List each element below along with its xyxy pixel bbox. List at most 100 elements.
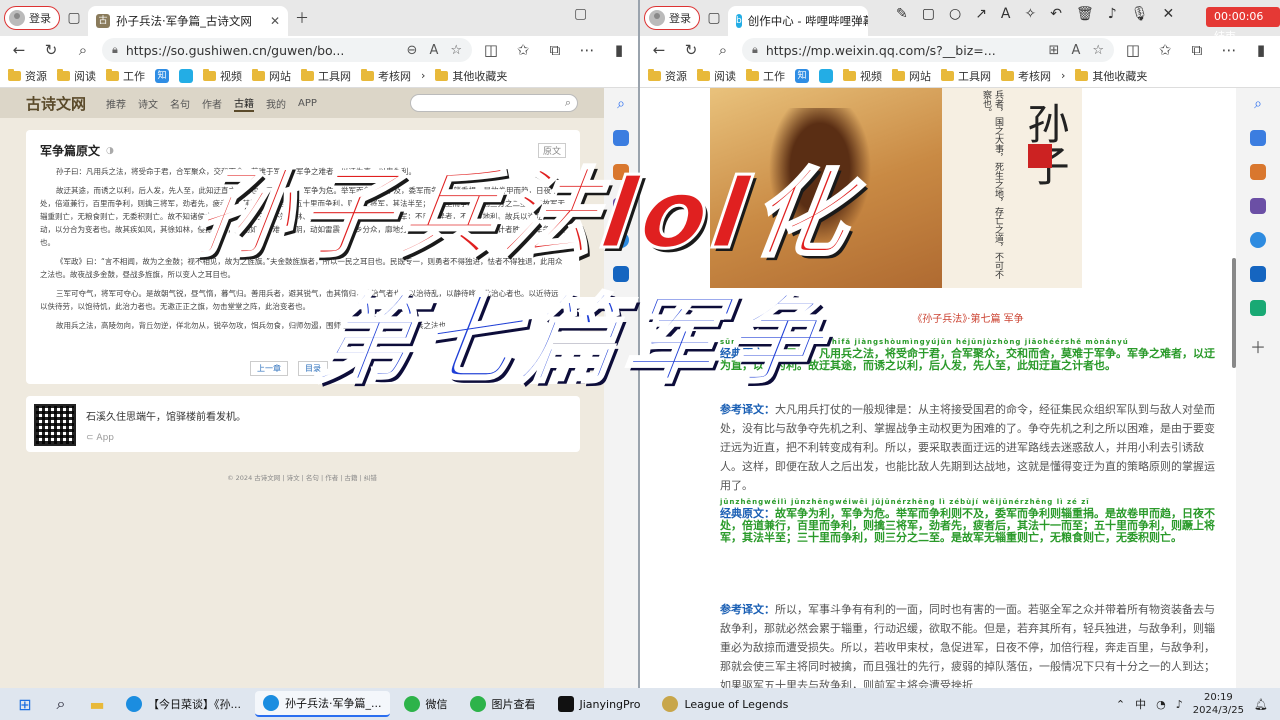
collections-icon[interactable]: ⧉ <box>1184 38 1210 62</box>
taskbar-app-edge-2[interactable]: 孙子兵法·军争篇_... <box>255 691 390 717</box>
fav-item[interactable]: 工作 <box>746 68 785 84</box>
read-aloud-icon[interactable]: A <box>429 43 438 58</box>
fav-item[interactable]: 考核网 <box>1001 68 1051 84</box>
right-active-tab[interactable]: b 创作中心 - 哔哩哔哩弹幕视频网 <box>728 6 868 36</box>
games-icon[interactable] <box>1250 198 1266 214</box>
search-icon[interactable]: ⌕ <box>565 96 571 110</box>
send-icon[interactable] <box>1250 300 1266 316</box>
new-tab-icon[interactable]: ＋ <box>288 4 316 32</box>
app-link[interactable]: ⊂ App <box>86 433 246 443</box>
fav-item[interactable]: 工作 <box>106 68 145 84</box>
fav-item[interactable]: 考核网 <box>361 68 411 84</box>
refresh-icon[interactable]: ↻ <box>678 38 704 62</box>
show-hidden-icons-chevron-icon[interactable]: ⌃ <box>1116 698 1125 711</box>
speaker-icon[interactable]: ♪ <box>1108 6 1117 22</box>
nav-authors[interactable]: 作者 <box>202 96 222 111</box>
favorites-icon[interactable]: ✩ <box>1152 38 1178 62</box>
outlook-icon[interactable] <box>1250 266 1266 282</box>
zoom-icon[interactable]: ⊖ <box>407 43 418 58</box>
network-icon[interactable]: ◔ <box>1156 698 1166 711</box>
notification-bell-icon[interactable]: 🔔︎ <box>1254 698 1268 711</box>
fav-item[interactable]: 知 <box>155 68 169 83</box>
back-icon[interactable]: ← <box>6 38 32 62</box>
microphone-icon[interactable]: 🎙︎ <box>1131 6 1149 22</box>
nav-classics[interactable]: 古籍 <box>234 95 255 112</box>
nav-mine[interactable]: 我的 <box>266 96 286 111</box>
sidebar-toggle-icon[interactable]: ▮ <box>1248 38 1274 62</box>
tag-icon[interactable] <box>1250 130 1266 146</box>
app-available-icon[interactable]: ⊞ <box>1049 43 1060 58</box>
taskbar-app-wechat[interactable]: 微信 <box>396 691 456 717</box>
windows-start-icon[interactable]: ⊞ <box>10 691 40 717</box>
fav-item[interactable]: 阅读 <box>57 68 96 84</box>
fav-item[interactable] <box>179 68 193 83</box>
refresh-icon[interactable]: ↻ <box>38 38 64 62</box>
fav-overflow-chevron-icon[interactable]: › <box>1061 69 1065 82</box>
close-tab-icon[interactable]: ✕ <box>270 14 280 28</box>
search-icon[interactable]: ⌕ <box>46 691 76 717</box>
undo-icon[interactable]: ↶ <box>1050 6 1062 22</box>
left-active-tab[interactable]: 古 孙子兵法·军争篇_古诗文网 ✕ <box>88 6 288 36</box>
toolbox-icon[interactable] <box>1250 164 1266 180</box>
sidebar-toggle-icon[interactable]: ▮ <box>606 38 632 62</box>
copilot-icon[interactable] <box>1250 232 1266 248</box>
fav-item[interactable]: 资源 <box>648 68 687 84</box>
file-explorer-icon[interactable]: ▬ <box>82 691 112 717</box>
audio-icon[interactable]: ◑ <box>106 146 114 156</box>
search-icon[interactable]: ⌕ <box>710 38 736 62</box>
taskbar-app-photos[interactable]: 图片查看 <box>462 691 544 717</box>
search-icon[interactable]: ⌕ <box>1254 96 1262 112</box>
fav-item[interactable]: 工具网 <box>301 68 351 84</box>
left-login-button[interactable]: 登录 <box>4 6 60 30</box>
right-url-field[interactable]: 🔒︎ https://mp.weixin.qq.com/s?__biz=... … <box>742 38 1114 62</box>
pen-icon[interactable]: ✎ <box>896 6 908 22</box>
fav-other[interactable]: 其他收藏夹 <box>435 68 507 84</box>
search-icon[interactable]: ⌕ <box>70 38 96 62</box>
split-screen-icon[interactable]: ◫ <box>478 38 504 62</box>
add-icon[interactable]: ＋ <box>1250 334 1266 358</box>
favorite-star-icon[interactable]: ☆ <box>450 43 462 58</box>
gushiwen-search-input[interactable]: ⌕ <box>410 94 578 112</box>
fav-item[interactable]: 资源 <box>8 68 47 84</box>
gushiwen-logo[interactable]: 古诗文网 <box>26 93 86 114</box>
clock[interactable]: 20:19 2024/3/25 <box>1193 691 1244 717</box>
fav-item[interactable]: 视频 <box>843 68 882 84</box>
input-method-indicator[interactable]: 中 <box>1135 696 1146 712</box>
fav-item[interactable]: 阅读 <box>697 68 736 84</box>
taskbar-app-lol[interactable]: League of Legends <box>654 691 796 717</box>
back-icon[interactable]: ← <box>646 38 672 62</box>
rectangle-icon[interactable]: ▢ <box>922 6 935 22</box>
fav-item[interactable]: 网站 <box>252 68 291 84</box>
more-icon[interactable]: ⋯ <box>574 38 600 62</box>
left-url-field[interactable]: 🔒︎ https://so.gushiwen.cn/guwen/bo... ⊖ … <box>102 38 472 62</box>
tab-actions-icon[interactable]: ▢ <box>700 4 728 32</box>
text-icon[interactable]: A <box>1001 6 1011 22</box>
more-icon[interactable]: ⋯ <box>1216 38 1242 62</box>
nav-poems[interactable]: 诗文 <box>138 96 158 111</box>
delete-icon[interactable]: 🗑︎ <box>1076 6 1094 22</box>
close-icon[interactable]: ✕ <box>1162 6 1174 22</box>
fav-item[interactable]: 知 <box>795 68 809 83</box>
taskbar-app-edge-1[interactable]: 【今日菜谈】《孙... <box>118 691 249 717</box>
restore-window-icon[interactable]: ▢ <box>574 6 587 22</box>
collections-icon[interactable]: ⧉ <box>542 38 568 62</box>
circle-icon[interactable]: ○ <box>949 6 961 22</box>
fav-item[interactable] <box>819 68 833 83</box>
fav-item[interactable]: 视频 <box>203 68 242 84</box>
split-screen-icon[interactable]: ◫ <box>1120 38 1146 62</box>
search-icon[interactable]: ⌕ <box>617 96 625 112</box>
fav-item[interactable]: 网站 <box>892 68 931 84</box>
volume-icon[interactable]: ♪ <box>1176 698 1183 711</box>
fav-other[interactable]: 其他收藏夹 <box>1075 68 1147 84</box>
prev-chapter-button[interactable]: 上一章 <box>250 361 288 376</box>
recording-timer-button[interactable]: 00:00:06 结束 <box>1206 7 1280 43</box>
right-login-button[interactable]: 登录 <box>644 6 700 30</box>
read-aloud-icon[interactable]: A <box>1071 43 1080 58</box>
tab-actions-icon[interactable]: ▢ <box>60 4 88 32</box>
taskbar-app-jianying[interactable]: JianyingPro <box>550 691 649 717</box>
favorite-star-icon[interactable]: ☆ <box>1092 43 1104 58</box>
fav-overflow-chevron-icon[interactable]: › <box>421 69 425 82</box>
favorites-icon[interactable]: ✩ <box>510 38 536 62</box>
fav-item[interactable]: 工具网 <box>941 68 991 84</box>
nav-quotes[interactable]: 名句 <box>170 96 190 111</box>
